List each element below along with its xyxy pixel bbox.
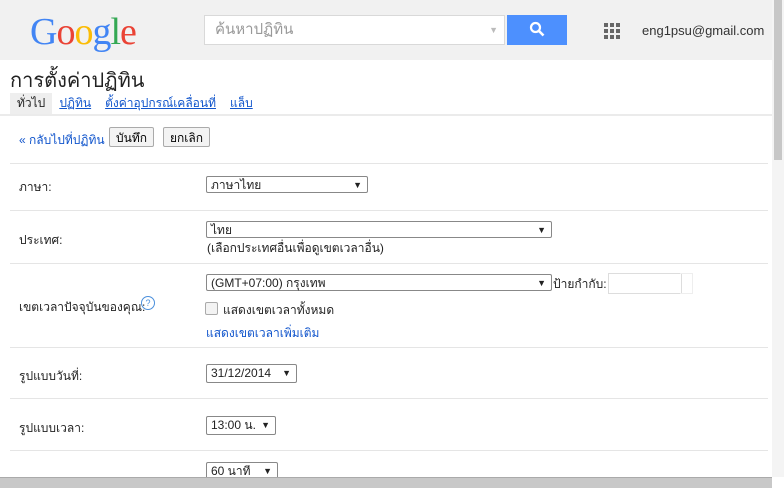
- cancel-button[interactable]: ยกเลิก: [163, 127, 211, 147]
- country-label: ประเทศ:: [19, 233, 63, 247]
- show-more-timezones-link[interactable]: แสดงเขตเวลาเพิ่มเติม: [206, 324, 319, 343]
- horizontal-scrollbar[interactable]: [0, 477, 772, 488]
- country-select[interactable]: ไทย ▼: [206, 221, 552, 238]
- back-to-calendar-link[interactable]: « กลับไปที่ปฏิทิน: [19, 131, 105, 150]
- timezone-tag-input[interactable]: [608, 273, 682, 294]
- settings-tabs: ทั่วไป ปฏิทิน ตั้งค่าอุปกรณ์เคลื่อนที่ แ…: [10, 93, 260, 114]
- country-value: ไทย: [211, 223, 232, 237]
- language-label: ภาษา:: [19, 180, 52, 194]
- search-icon: [529, 21, 545, 36]
- apps-grid-icon[interactable]: [604, 23, 620, 39]
- search-button[interactable]: [507, 15, 567, 45]
- tab-calendars[interactable]: ปฏิทิน: [52, 93, 98, 114]
- account-email[interactable]: eng1psu@gmail.com: [642, 23, 764, 38]
- save-button[interactable]: บันทึก: [109, 127, 154, 147]
- tag-input-edge: [680, 273, 693, 294]
- timezone-select[interactable]: (GMT+07:00) กรุงเทพ ▼: [206, 274, 552, 291]
- dropdown-arrow-icon: ▼: [261, 420, 270, 430]
- dropdown-icon[interactable]: ▼: [489, 16, 498, 44]
- date-format-label: รูปแบบวันที่:: [19, 369, 83, 383]
- divider: [10, 398, 768, 399]
- help-icon[interactable]: ?: [141, 296, 155, 310]
- google-logo[interactable]: Google: [30, 10, 137, 54]
- divider: [0, 114, 772, 116]
- divider: [10, 450, 768, 451]
- search-input[interactable]: ค้นหาปฏิทิน ▼: [204, 15, 505, 45]
- divider: [10, 263, 768, 264]
- tab-mobile-setup[interactable]: ตั้งค่าอุปกรณ์เคลื่อนที่: [98, 93, 223, 114]
- timezone-tag-label: ป้ายกำกับ:: [553, 277, 607, 291]
- duration-value: 60 นาที: [211, 464, 251, 478]
- divider: [10, 210, 768, 211]
- scrollbar-thumb[interactable]: [774, 0, 782, 160]
- dropdown-arrow-icon: ▼: [537, 225, 546, 235]
- tab-labs[interactable]: แล็บ: [223, 93, 260, 114]
- show-all-timezones-label: แสดงเขตเวลาทั้งหมด: [223, 303, 335, 317]
- timezone-label: เขตเวลาปัจจุบันของคุณ:: [19, 300, 146, 314]
- search-placeholder: ค้นหาปฏิทิน: [215, 21, 294, 38]
- dropdown-arrow-icon: ▼: [353, 180, 362, 190]
- country-note: (เลือกประเทศอื่นเพื่อดูเขตเวลาอื่น): [207, 241, 384, 255]
- timezone-value: (GMT+07:00) กรุงเทพ: [211, 276, 326, 290]
- dropdown-arrow-icon: ▼: [537, 278, 546, 288]
- date-format-value: 31/12/2014: [211, 366, 272, 380]
- divider: [10, 347, 768, 348]
- show-all-timezones-checkbox[interactable]: [205, 302, 218, 315]
- time-format-select[interactable]: 13:00 น. ▼: [206, 416, 276, 435]
- vertical-scrollbar[interactable]: [772, 0, 784, 477]
- header: Google ค้นหาปฏิทิน ▼ eng1psu@gmail.com: [0, 0, 772, 60]
- date-format-select[interactable]: 31/12/2014 ▼: [206, 364, 297, 383]
- time-format-value: 13:00 น.: [211, 418, 256, 432]
- divider: [10, 163, 768, 164]
- tab-general[interactable]: ทั่วไป: [10, 93, 53, 114]
- language-value: ภาษาไทย: [211, 178, 262, 192]
- language-select[interactable]: ภาษาไทย ▼: [206, 176, 368, 193]
- dropdown-arrow-icon: ▼: [282, 368, 291, 378]
- time-format-label: รูปแบบเวลา:: [19, 421, 85, 435]
- page-title: การตั้งค่าปฏิทิน: [10, 70, 145, 92]
